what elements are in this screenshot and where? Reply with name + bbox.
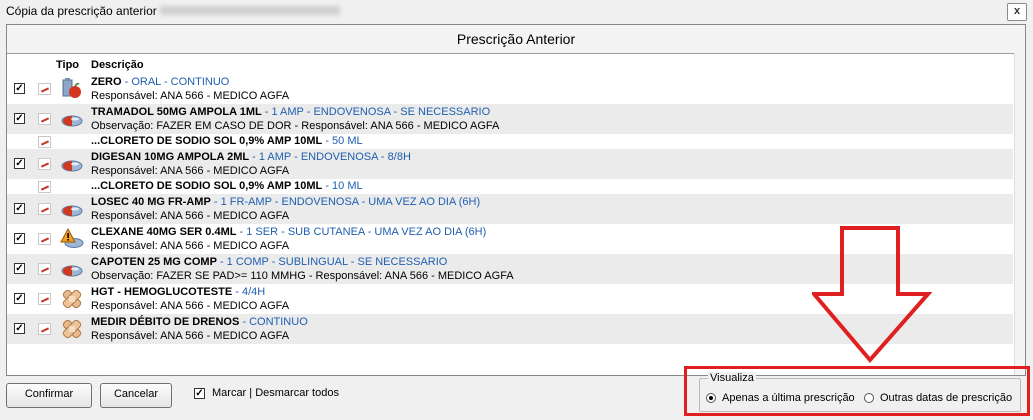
- row-responsible: Responsável: ANA 566 - MEDICO AGFA: [91, 165, 290, 177]
- row-checkbox[interactable]: ✓: [14, 83, 25, 94]
- edit-pencil-icon[interactable]: [38, 293, 51, 305]
- item-name: CLEXANE 40MG SER 0.4ML: [91, 226, 237, 238]
- row-checkbox[interactable]: ✓: [14, 203, 25, 214]
- toggle-all-label: Marcar | Desmarcar todos: [212, 387, 339, 399]
- item-details: - ORAL - CONTINUO: [121, 76, 230, 88]
- down-arrow-annotation: [812, 226, 932, 364]
- bottle-icon: [60, 78, 84, 100]
- prescription-row[interactable]: ✓ DIGESAN 10MG AMPOLA 2ML - 1 AMP - ENDOV…: [7, 149, 1013, 179]
- item-details: - 10 ML: [322, 180, 363, 192]
- panel-title: Prescrição Anterior: [7, 25, 1025, 54]
- bandage-icon: [60, 288, 84, 310]
- edit-pencil-icon[interactable]: [38, 263, 51, 275]
- edit-pencil-icon[interactable]: [38, 203, 51, 215]
- item-details: - 50 ML: [322, 135, 363, 147]
- prescription-row[interactable]: ✓ ZERO - ORAL - CONTINUO Responsável: ANA …: [7, 74, 1013, 104]
- item-details: - 1 FR-AMP - ENDOVENOSA - UMA VEZ AO DIA…: [210, 196, 481, 208]
- item-name: MEDIR DÉBITO DE DRENOS: [91, 316, 240, 328]
- row-responsible: Responsável: ANA 566 - MEDICO AGFA: [91, 90, 290, 102]
- row-title: LOSEC 40 MG FR-AMP - 1 FR-AMP - ENDOVENO…: [91, 196, 480, 208]
- row-title: ...CLORETO DE SODIO SOL 0,9% AMP 10ML - …: [91, 180, 363, 192]
- item-details: - 1 AMP - ENDOVENOSA - SE NECESSARIO: [261, 106, 491, 118]
- item-name: LOSEC 40 MG FR-AMP: [91, 196, 211, 208]
- bandage-icon: [60, 318, 84, 340]
- item-name: ZERO: [91, 76, 122, 88]
- item-name: CAPOTEN 25 MG COMP: [91, 256, 217, 268]
- prescription-subrow[interactable]: ...CLORETO DE SODIO SOL 0,9% AMP 10ML - …: [7, 179, 1013, 194]
- prescription-row[interactable]: ✓ LOSEC 40 MG FR-AMP - 1 FR-AMP - ENDOVEN…: [7, 194, 1013, 224]
- row-responsible: Responsável: ANA 566 - MEDICO AGFA: [91, 240, 290, 252]
- row-title: HGT - HEMOGLUCOTESTE - 4/4H: [91, 286, 265, 298]
- pill-icon: [60, 198, 84, 220]
- item-name: HGT - HEMOGLUCOTESTE: [91, 286, 233, 298]
- window-title: Cópia da prescrição anterior: [6, 4, 157, 18]
- row-checkbox[interactable]: ✓: [14, 233, 25, 244]
- item-details: - CONTINUO: [239, 316, 308, 328]
- pill-icon: [60, 153, 84, 175]
- row-title: ...CLORETO DE SODIO SOL 0,9% AMP 10ML - …: [91, 135, 363, 147]
- item-name: ...CLORETO DE SODIO SOL 0,9% AMP 10ML: [91, 135, 323, 147]
- row-responsible: Responsável: ANA 566 - MEDICO AGFA: [91, 210, 290, 222]
- prescription-row[interactable]: ✓ TRAMADOL 50MG AMPOLA 1ML - 1 AMP - ENDO…: [7, 104, 1013, 134]
- confirm-button-label: Confirmar: [24, 388, 74, 400]
- redacted-patient-info: [160, 6, 340, 15]
- edit-pencil-icon[interactable]: [38, 83, 51, 95]
- vertical-scrollbar[interactable]: [1014, 53, 1025, 375]
- column-header-tipo: Tipo: [56, 59, 80, 71]
- row-checkbox[interactable]: ✓: [14, 323, 25, 334]
- highlight-box: [684, 366, 1030, 416]
- cancel-button-label: Cancelar: [113, 388, 159, 400]
- title-bar: Cópia da prescrição anterior x: [0, 0, 1033, 22]
- row-responsible: Observação: FAZER SE PAD>= 110 MMHG - Re…: [91, 270, 514, 282]
- edit-pencil-icon[interactable]: [38, 113, 51, 125]
- prescription-subrow[interactable]: ...CLORETO DE SODIO SOL 0,9% AMP 10ML - …: [7, 134, 1013, 149]
- confirm-button[interactable]: Confirmar: [6, 383, 92, 408]
- warning-pill-icon: [60, 227, 84, 250]
- row-responsible: Responsável: ANA 566 - MEDICO AGFA: [91, 300, 290, 312]
- item-details: - 1 SER - SUB CUTANEA - UMA VEZ AO DIA (…: [236, 226, 487, 238]
- edit-pencil-icon[interactable]: [38, 158, 51, 170]
- item-details: - 4/4H: [232, 286, 266, 298]
- edit-pencil-icon[interactable]: [38, 233, 51, 245]
- row-title: DIGESAN 10MG AMPOLA 2ML - 1 AMP - ENDOVE…: [91, 151, 411, 163]
- item-name: ...CLORETO DE SODIO SOL 0,9% AMP 10ML: [91, 180, 323, 192]
- item-name: DIGESAN 10MG AMPOLA 2ML: [91, 151, 250, 163]
- edit-pencil-icon[interactable]: [38, 136, 51, 148]
- row-checkbox[interactable]: ✓: [14, 113, 25, 124]
- pill-icon: [60, 258, 84, 280]
- row-responsible: Observação: FAZER EM CASO DE DOR - Respo…: [91, 120, 500, 132]
- row-checkbox[interactable]: ✓: [14, 293, 25, 304]
- edit-pencil-icon[interactable]: [38, 323, 51, 335]
- close-button[interactable]: x: [1007, 3, 1027, 21]
- item-details: - 1 COMP - SUBLINGUAL - SE NECESSARIO: [216, 256, 448, 268]
- item-name: TRAMADOL 50MG AMPOLA 1ML: [91, 106, 262, 118]
- column-header-descricao: Descrição: [91, 59, 144, 71]
- toggle-all-check-icon[interactable]: ✓: [194, 388, 205, 399]
- row-responsible: Responsável: ANA 566 - MEDICO AGFA: [91, 330, 290, 342]
- item-details: - 1 AMP - ENDOVENOSA - 8/8H: [249, 151, 411, 163]
- row-checkbox[interactable]: ✓: [14, 263, 25, 274]
- row-checkbox[interactable]: ✓: [14, 158, 25, 169]
- row-title: ZERO - ORAL - CONTINUO: [91, 76, 229, 88]
- pill-icon: [60, 108, 84, 130]
- row-title: CLEXANE 40MG SER 0.4ML - 1 SER - SUB CUT…: [91, 226, 486, 238]
- edit-pencil-icon[interactable]: [38, 181, 51, 193]
- cancel-button[interactable]: Cancelar: [100, 383, 172, 408]
- row-title: CAPOTEN 25 MG COMP - 1 COMP - SUBLINGUAL…: [91, 256, 447, 268]
- row-title: TRAMADOL 50MG AMPOLA 1ML - 1 AMP - ENDOV…: [91, 106, 490, 118]
- row-title: MEDIR DÉBITO DE DRENOS - CONTINUO: [91, 316, 308, 328]
